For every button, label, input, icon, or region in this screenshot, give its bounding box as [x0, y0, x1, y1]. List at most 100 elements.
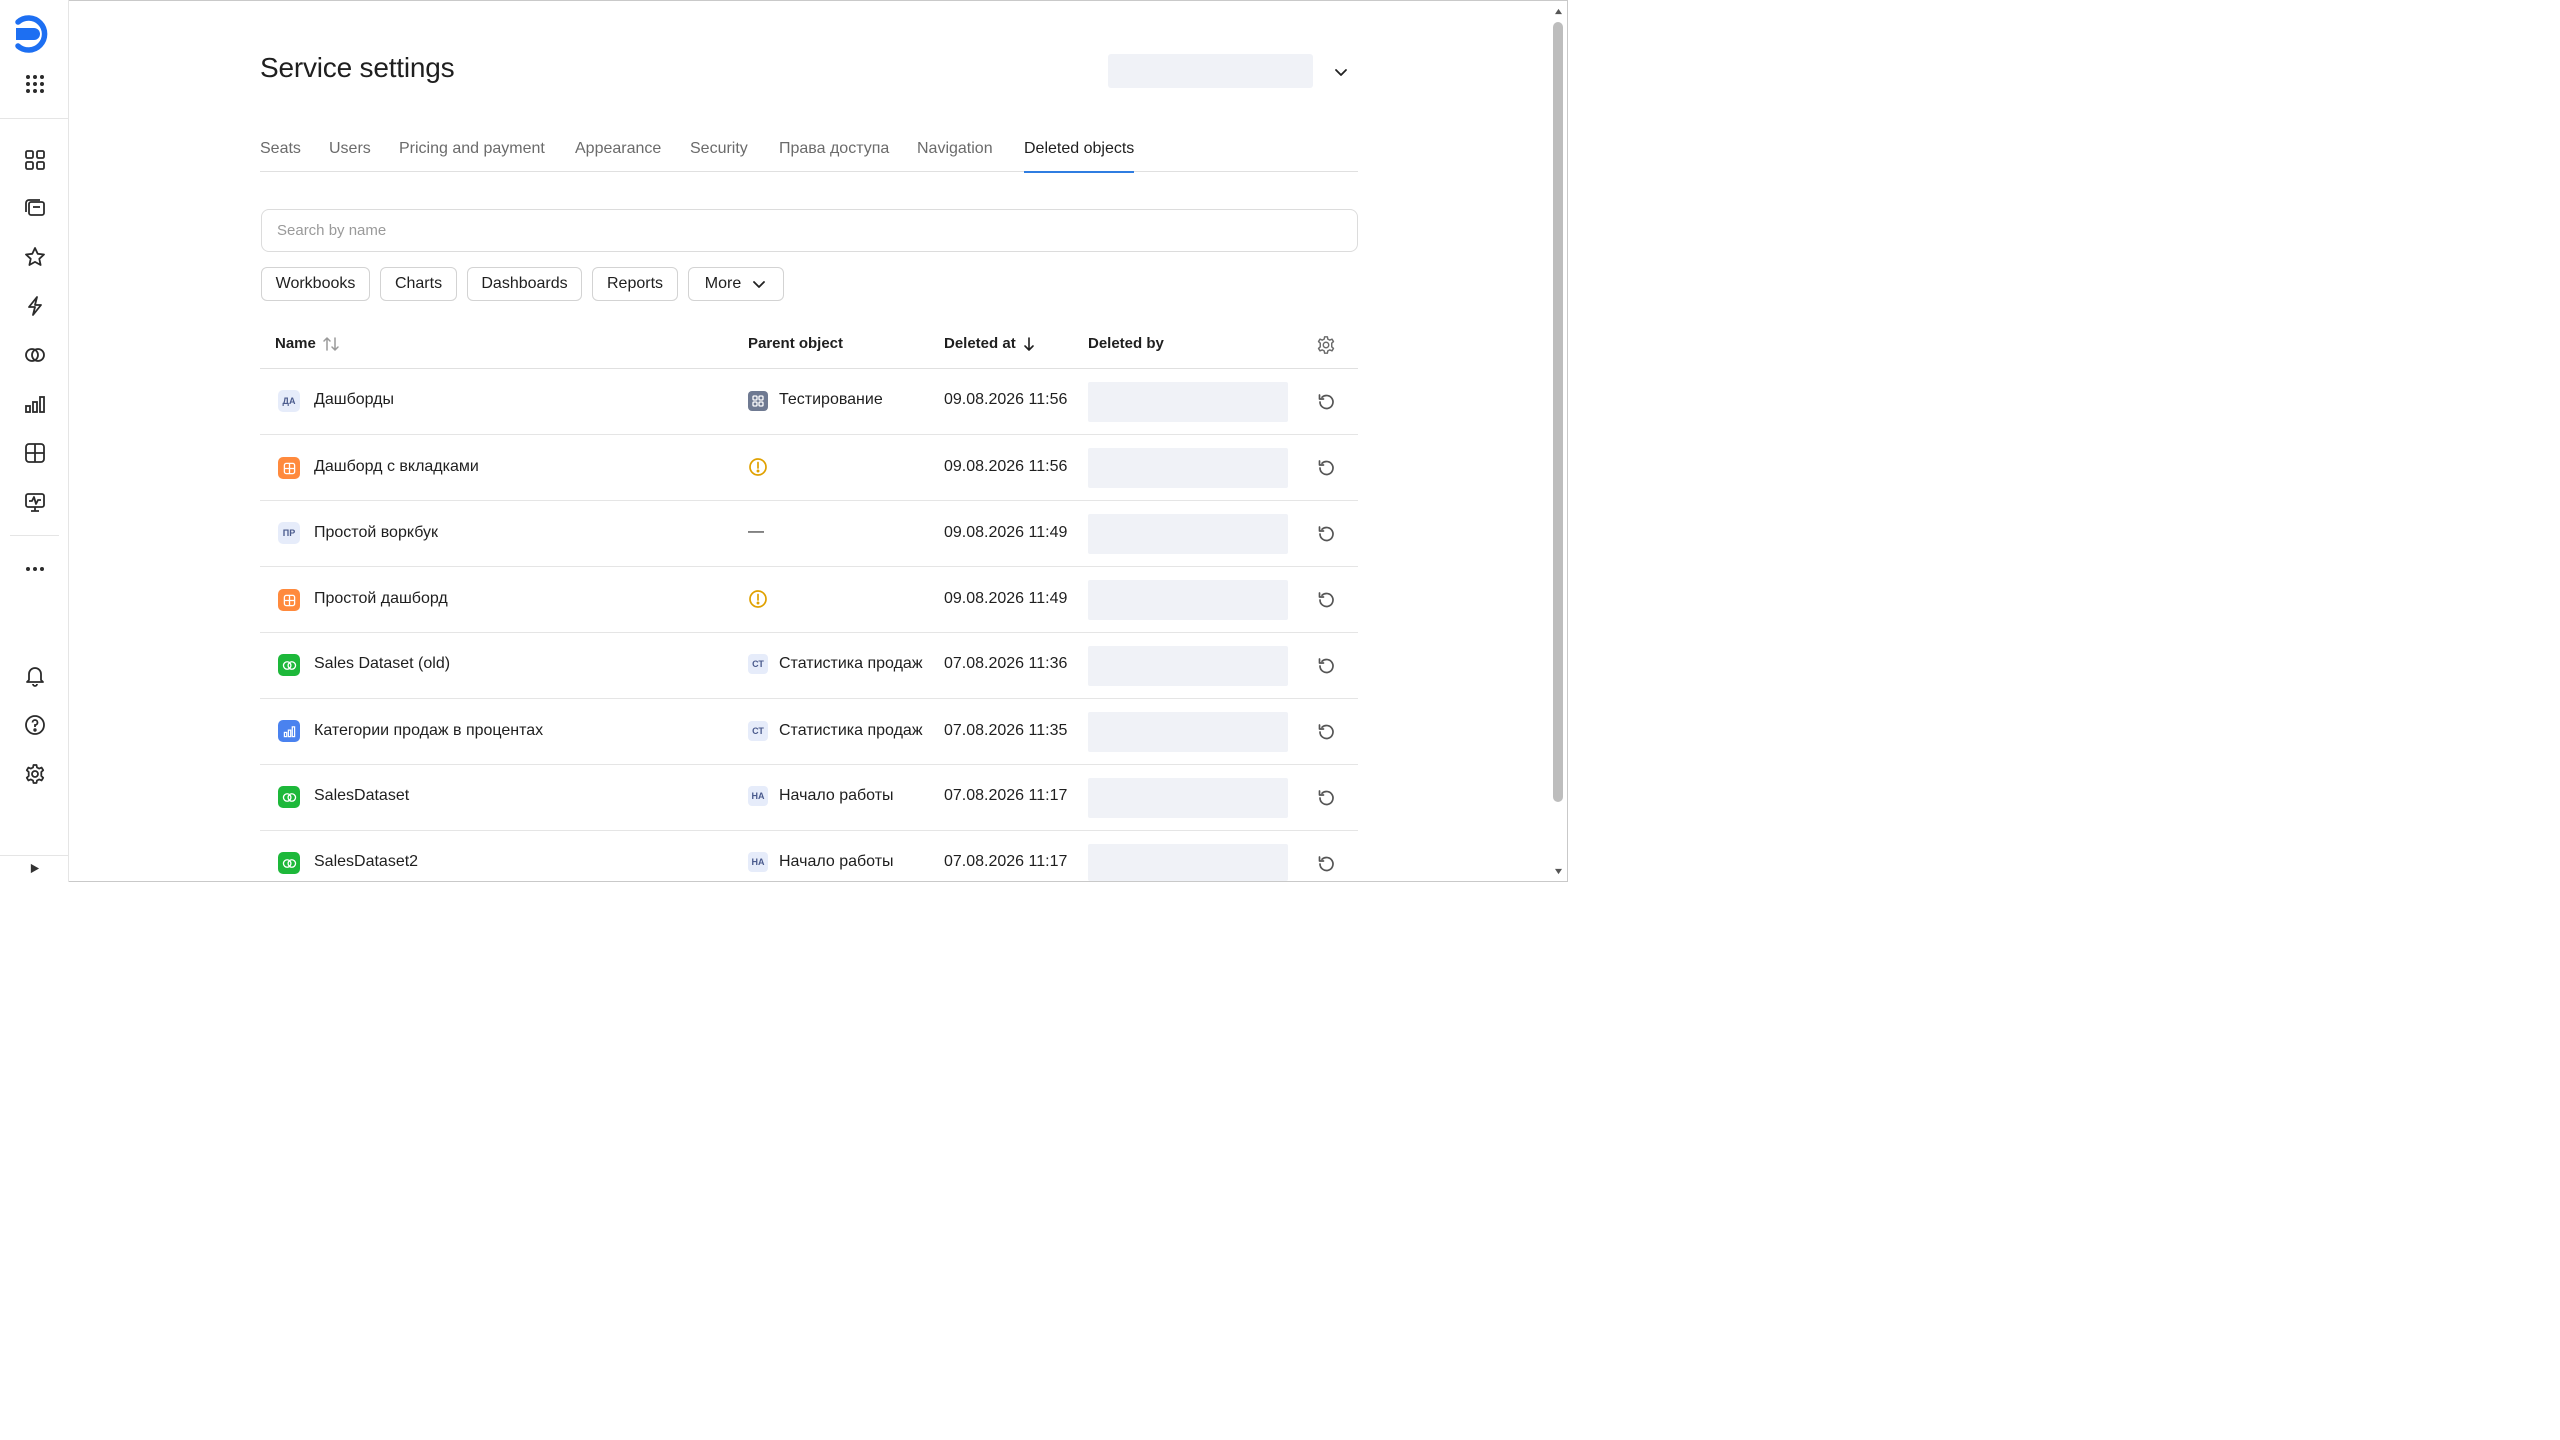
tab-deleted-objects[interactable]: Deleted objects	[1024, 130, 1135, 173]
object-name[interactable]: SalesDataset2	[314, 853, 418, 871]
restore-icon[interactable]	[1314, 588, 1338, 612]
deleted-at-value: 07.08.2026 11:35	[944, 722, 1068, 739]
restore-icon[interactable]	[1314, 654, 1338, 678]
parent-object-name[interactable]: Статистика продаж	[779, 655, 923, 673]
parent-object-name[interactable]: Статистика продаж	[779, 722, 923, 740]
organization-selector[interactable]	[1108, 54, 1313, 88]
deleted-by-placeholder	[1088, 382, 1288, 422]
settings-gear-icon[interactable]	[19, 758, 51, 790]
filter-label: Dashboards	[481, 275, 568, 292]
scroll-up-arrow-icon[interactable]	[1552, 6, 1564, 16]
chevron-down-icon[interactable]	[1330, 61, 1352, 83]
sort-descending-icon	[1023, 336, 1034, 351]
table-row: Простой дашборд 09.08.2026 11:49	[260, 567, 1358, 633]
object-name[interactable]: Дашборд с вкладками	[314, 458, 479, 476]
workbook-abbr-icon: СТ	[748, 654, 768, 674]
more-dots-icon[interactable]	[19, 553, 51, 585]
column-label: Deleted by	[1088, 335, 1164, 352]
expand-arrow-icon	[30, 863, 39, 874]
deleted-at-value: 07.08.2026 11:17	[944, 787, 1068, 804]
deleted-at-value: 07.08.2026 11:17	[944, 853, 1068, 870]
settings-tabs: Seats Users Pricing and payment Appearan…	[260, 130, 1358, 173]
notifications-bell-icon[interactable]	[19, 660, 51, 692]
datasets-icon[interactable]	[19, 339, 51, 371]
workbook-abbr-icon: НА	[748, 852, 768, 872]
table-row: Sales Dataset (old) СТ Статистика продаж…	[260, 633, 1358, 699]
apps-grid-icon[interactable]	[19, 68, 51, 100]
warning-icon	[748, 457, 768, 477]
parent-object-name[interactable]: Начало работы	[779, 853, 894, 871]
deleted-at-value: 09.08.2026 11:49	[944, 524, 1068, 541]
deleted-at-value: 09.08.2026 11:49	[944, 590, 1068, 607]
search-input[interactable]	[261, 209, 1358, 252]
deleted-by-placeholder	[1088, 646, 1288, 686]
workbook-abbr-icon: ДА	[278, 390, 300, 412]
object-name[interactable]: Sales Dataset (old)	[314, 655, 450, 673]
page-title: Service settings	[260, 52, 455, 83]
charts-icon[interactable]	[19, 388, 51, 420]
object-name[interactable]: Простой воркбук	[314, 524, 438, 542]
datalens-logo-icon[interactable]	[14, 14, 54, 54]
column-label: Name	[275, 335, 316, 352]
table-row: ДА Дашборды Тестирование 09.08.2026 11:5…	[260, 369, 1358, 435]
filter-label: Charts	[394, 275, 443, 292]
help-icon[interactable]	[19, 709, 51, 741]
filter-label: Workbooks	[275, 275, 356, 292]
restore-icon[interactable]	[1314, 390, 1338, 414]
table-row: Дашборд с вкладками 09.08.2026 11:56	[260, 435, 1358, 501]
tab-pricing-and-payment[interactable]: Pricing and payment	[399, 130, 545, 172]
tab-access-rights[interactable]: Права доступа	[779, 130, 889, 172]
workbook-abbr-icon: СТ	[748, 721, 768, 741]
tab-navigation[interactable]: Navigation	[917, 130, 993, 172]
dataset-icon	[278, 786, 300, 808]
restore-icon[interactable]	[1314, 786, 1338, 810]
table-settings-gear-icon[interactable]	[1314, 333, 1338, 357]
tab-security[interactable]: Security	[690, 130, 748, 172]
filter-reports-button[interactable]: Reports	[592, 267, 678, 301]
sidebar-divider	[0, 118, 68, 119]
filter-more-button[interactable]: More	[688, 267, 784, 301]
workbooks-icon[interactable]	[19, 192, 51, 224]
parent-object-name[interactable]: Начало работы	[779, 787, 894, 805]
dashboards-icon[interactable]	[19, 437, 51, 469]
collections-icon[interactable]	[19, 144, 51, 176]
scrollbar-thumb[interactable]	[1553, 22, 1563, 802]
object-name[interactable]: Дашборды	[314, 391, 394, 409]
object-name[interactable]: Категории продаж в процентах	[314, 722, 543, 740]
deleted-by-placeholder	[1088, 712, 1288, 752]
connections-bolt-icon[interactable]	[19, 290, 51, 322]
restore-icon[interactable]	[1314, 522, 1338, 546]
filter-label: More	[704, 275, 742, 292]
parent-object-name[interactable]: Тестирование	[779, 391, 883, 409]
column-header-deleted-by: Deleted by	[1088, 335, 1164, 352]
table-row: SalesDataset2 НА Начало работы 07.08.202…	[260, 831, 1358, 881]
restore-icon[interactable]	[1314, 720, 1338, 744]
deleted-by-placeholder	[1088, 448, 1288, 488]
workbook-abbr-icon: НА	[748, 786, 768, 806]
table-row: Категории продаж в процентах СТ Статисти…	[260, 699, 1358, 765]
column-header-deleted-at[interactable]: Deleted at	[944, 335, 1036, 352]
tab-seats[interactable]: Seats	[260, 130, 301, 172]
reports-icon[interactable]	[19, 486, 51, 518]
chart-icon	[278, 720, 300, 742]
object-name[interactable]: SalesDataset	[314, 787, 409, 805]
restore-icon[interactable]	[1314, 456, 1338, 480]
tab-users[interactable]: Users	[329, 130, 371, 172]
filter-charts-button[interactable]: Charts	[380, 267, 457, 301]
restore-icon[interactable]	[1314, 852, 1338, 876]
tab-appearance[interactable]: Appearance	[575, 130, 661, 172]
workbook-abbr-icon: ПР	[278, 522, 300, 544]
deleted-by-placeholder	[1088, 580, 1288, 620]
sidebar-divider	[10, 535, 59, 536]
favorites-star-icon[interactable]	[19, 241, 51, 273]
column-header-name[interactable]: Name	[275, 335, 340, 352]
sidebar-collapse-button[interactable]	[0, 855, 68, 881]
object-name[interactable]: Простой дашборд	[314, 590, 448, 608]
chevron-down-icon	[753, 281, 766, 288]
sort-arrows-icon	[323, 336, 339, 351]
filter-dashboards-button[interactable]: Dashboards	[467, 267, 582, 301]
scroll-down-arrow-icon[interactable]	[1552, 866, 1564, 876]
deleted-at-value: 09.08.2026 11:56	[944, 458, 1068, 475]
dashboard-icon	[278, 457, 300, 479]
filter-workbooks-button[interactable]: Workbooks	[261, 267, 370, 301]
